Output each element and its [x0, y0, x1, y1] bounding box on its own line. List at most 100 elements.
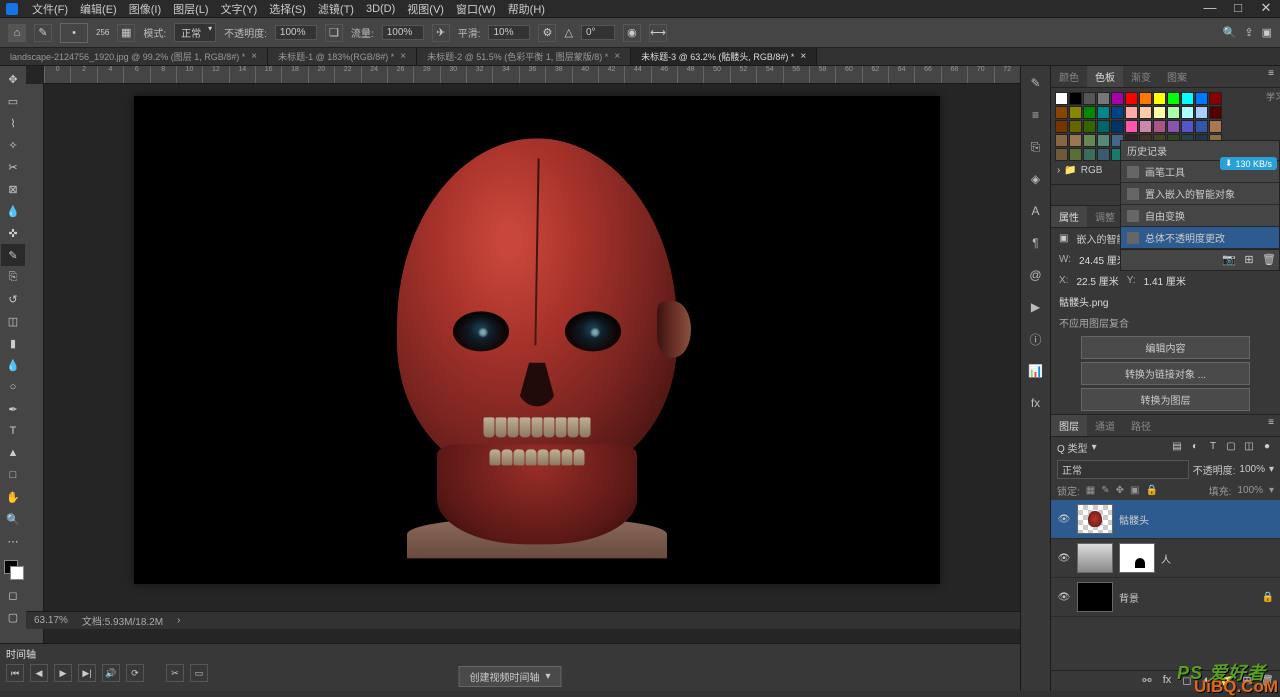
- color-swatch[interactable]: [1139, 106, 1152, 119]
- color-swatch[interactable]: [1069, 134, 1082, 147]
- filter-pixel-icon[interactable]: ▤: [1170, 441, 1184, 455]
- layer-name[interactable]: 人: [1161, 551, 1274, 566]
- color-swatch[interactable]: [1167, 92, 1180, 105]
- brush-tool-icon[interactable]: ✎: [34, 24, 52, 42]
- menu-select[interactable]: 选择(S): [263, 1, 312, 17]
- color-swatch[interactable]: [1083, 120, 1096, 133]
- flow-input[interactable]: [382, 25, 424, 40]
- panel-menu-icon[interactable]: ≡: [1262, 66, 1280, 87]
- foreground-background-colors[interactable]: [0, 556, 26, 584]
- menu-help[interactable]: 帮助(H): [502, 1, 551, 17]
- y-value[interactable]: 1.41 厘米: [1144, 273, 1186, 288]
- tab-layers[interactable]: 图层: [1051, 415, 1087, 436]
- color-swatch[interactable]: [1209, 92, 1222, 105]
- brush-panel-icon[interactable]: ▦: [117, 24, 135, 42]
- window-minimize-button[interactable]: —: [1196, 0, 1224, 18]
- tab-gradients[interactable]: 渐变: [1123, 66, 1159, 87]
- move-tool[interactable]: ✥: [1, 68, 25, 90]
- smoothing-input[interactable]: [488, 25, 530, 40]
- filter-toggle[interactable]: ●: [1260, 441, 1274, 455]
- search-icon[interactable]: 🔍: [1223, 26, 1237, 39]
- layer-name[interactable]: 骷髅头: [1119, 512, 1274, 527]
- tab-properties[interactable]: 属性: [1051, 206, 1087, 227]
- menu-view[interactable]: 视图(V): [401, 1, 450, 17]
- color-swatch[interactable]: [1167, 120, 1180, 133]
- history-delete-icon[interactable]: 🗑: [1262, 253, 1276, 267]
- prev-frame-button[interactable]: ◀: [30, 664, 48, 682]
- tab-adjustments[interactable]: 调整: [1087, 206, 1123, 227]
- canvas-viewport[interactable]: [44, 84, 1002, 611]
- color-swatch[interactable]: [1111, 106, 1124, 119]
- color-swatch[interactable]: [1083, 148, 1096, 161]
- ruler-horizontal[interactable]: 0246810121416182022242628303234363840424…: [44, 66, 1020, 84]
- split-button[interactable]: ✂: [166, 664, 184, 682]
- color-swatch[interactable]: [1069, 106, 1082, 119]
- timeline-tab[interactable]: 时间轴: [6, 646, 36, 661]
- color-swatch[interactable]: [1139, 92, 1152, 105]
- opacity-input[interactable]: [275, 25, 317, 40]
- eyedropper-tool[interactable]: 💧: [1, 200, 25, 222]
- next-frame-button[interactable]: ▶|: [78, 664, 96, 682]
- color-swatch[interactable]: [1097, 120, 1110, 133]
- blur-tool[interactable]: 💧: [1, 354, 25, 376]
- transition-button[interactable]: ▭: [190, 664, 208, 682]
- audio-button[interactable]: 🔊: [102, 664, 120, 682]
- menu-filter[interactable]: 滤镜(T): [312, 1, 360, 17]
- close-icon[interactable]: ×: [251, 51, 257, 62]
- character-panel-icon[interactable]: A: [1025, 200, 1047, 222]
- frame-tool[interactable]: ⊠: [1, 178, 25, 200]
- color-swatch[interactable]: [1097, 134, 1110, 147]
- navigator-panel-icon[interactable]: ◈: [1025, 168, 1047, 190]
- chevron-down-icon[interactable]: ▾: [1269, 485, 1274, 496]
- color-swatch[interactable]: [1181, 106, 1194, 119]
- color-swatch[interactable]: [1195, 120, 1208, 133]
- menu-type[interactable]: 文字(Y): [215, 1, 264, 17]
- pen-tool[interactable]: ✒: [1, 398, 25, 420]
- lock-artboard-icon[interactable]: ▣: [1130, 485, 1139, 496]
- layer-thumbnail[interactable]: [1077, 504, 1113, 534]
- layer-thumbnail[interactable]: [1077, 543, 1113, 573]
- crop-tool[interactable]: ✂: [1, 156, 25, 178]
- layer-mask-thumbnail[interactable]: [1119, 543, 1155, 573]
- dodge-tool[interactable]: ○: [1, 376, 25, 398]
- pressure-size-icon[interactable]: ◉: [623, 24, 641, 42]
- window-close-button[interactable]: ✕: [1252, 0, 1280, 18]
- clone-stamp-tool[interactable]: ⎘: [1, 266, 25, 288]
- info-panel-icon[interactable]: ⓘ: [1025, 328, 1047, 350]
- airbrush-icon[interactable]: ✈: [432, 24, 450, 42]
- color-swatch[interactable]: [1153, 106, 1166, 119]
- color-swatch[interactable]: [1069, 92, 1082, 105]
- document-canvas[interactable]: [134, 96, 940, 584]
- home-icon[interactable]: ⌂: [8, 24, 26, 42]
- tab-patterns[interactable]: 图案: [1159, 66, 1195, 87]
- doc-tab-3[interactable]: 未标题-3 @ 63.2% (骷髅头, RGB/8#) *×: [631, 48, 817, 65]
- marquee-tool[interactable]: ▭: [1, 90, 25, 112]
- color-swatch[interactable]: [1055, 134, 1068, 147]
- color-swatch[interactable]: [1181, 120, 1194, 133]
- gradient-tool[interactable]: ▮: [1, 332, 25, 354]
- magic-wand-tool[interactable]: ✧: [1, 134, 25, 156]
- background-color[interactable]: [10, 566, 24, 580]
- color-swatch[interactable]: [1195, 92, 1208, 105]
- close-icon[interactable]: ×: [614, 51, 620, 62]
- color-swatch[interactable]: [1097, 92, 1110, 105]
- history-new-doc-icon[interactable]: ⊞: [1242, 253, 1256, 267]
- color-swatch[interactable]: [1069, 120, 1082, 133]
- color-swatch[interactable]: [1125, 92, 1138, 105]
- color-swatch[interactable]: [1195, 106, 1208, 119]
- eraser-tool[interactable]: ◫: [1, 310, 25, 332]
- new-layer-icon[interactable]: ⊞: [1240, 674, 1254, 688]
- paragraph-panel-icon[interactable]: ¶: [1025, 232, 1047, 254]
- menu-layer[interactable]: 图层(L): [167, 1, 214, 17]
- histogram-panel-icon[interactable]: 📊: [1025, 360, 1047, 382]
- actions-panel-icon[interactable]: ▶: [1025, 296, 1047, 318]
- layer-opacity-value[interactable]: 100%: [1239, 464, 1265, 475]
- edit-toolbar[interactable]: ⋯: [1, 530, 25, 552]
- brush-tool[interactable]: ✎: [1, 244, 25, 266]
- hand-tool[interactable]: ✋: [1, 486, 25, 508]
- zoom-tool[interactable]: 🔍: [1, 508, 25, 530]
- color-swatch[interactable]: [1125, 120, 1138, 133]
- convert-linked-button[interactable]: 转换为链接对象 ...: [1081, 362, 1250, 385]
- close-icon[interactable]: ×: [400, 51, 406, 62]
- path-select-tool[interactable]: ▲: [1, 442, 25, 464]
